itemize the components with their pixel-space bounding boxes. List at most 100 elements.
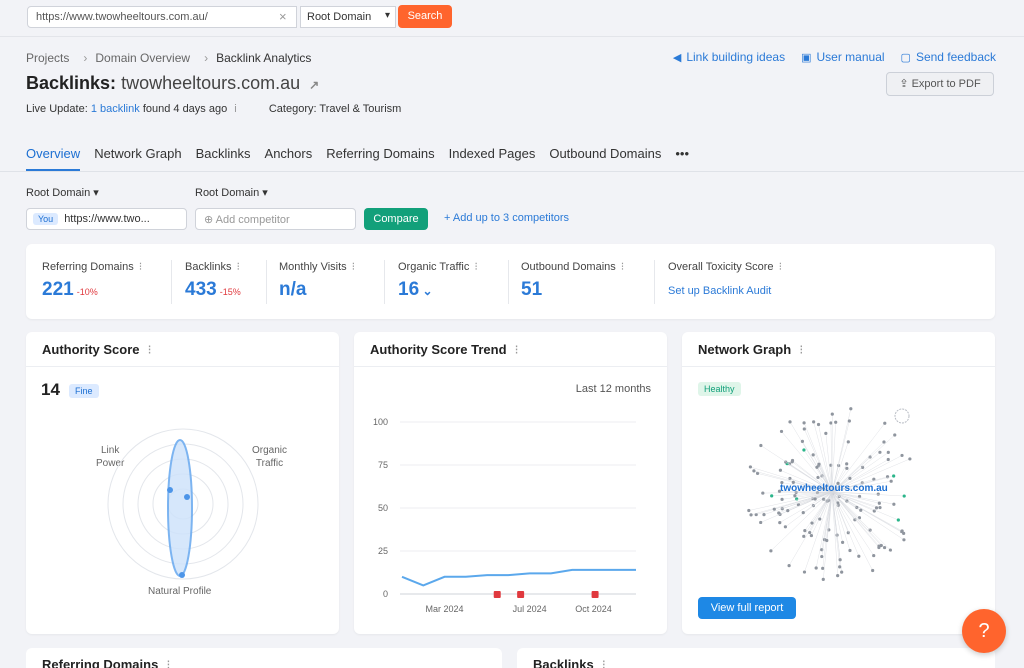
graph-node	[802, 534, 806, 538]
authority-radar-chart	[107, 428, 259, 580]
graph-node	[788, 420, 792, 424]
live-update-line: Live Update: 1 backlink found 4 days ago…	[26, 103, 402, 115]
scope-select-competitor[interactable]: Root Domain ▾	[195, 186, 268, 199]
more-tabs-button[interactable]: •••	[675, 146, 689, 172]
tab-indexed-pages[interactable]: Indexed Pages	[449, 146, 536, 172]
chevron-right-icon: ›	[204, 51, 209, 65]
divider	[0, 171, 1024, 172]
header-links: ◀ Link building ideas ▣ User manual ▢ Send …	[673, 50, 996, 64]
tab-network-graph[interactable]: Network Graph	[94, 146, 181, 172]
info-icon[interactable]: ⁝	[166, 657, 170, 668]
tab-overview[interactable]: Overview	[26, 146, 81, 172]
graph-node	[908, 457, 912, 461]
tab-outbound-domains[interactable]: Outbound Domains	[549, 146, 661, 172]
divider	[0, 36, 1024, 37]
external-link-icon[interactable]: ↗	[309, 78, 319, 92]
graph-node	[749, 513, 753, 517]
graph-node	[840, 570, 844, 574]
event-marker[interactable]	[493, 591, 501, 598]
export-pdf-button[interactable]: ⇪ Export to PDF	[886, 72, 994, 96]
graph-node	[759, 443, 763, 448]
send-feedback-link[interactable]: ▢ Send feedback	[901, 50, 996, 64]
graph-node	[802, 421, 806, 425]
chevron-down-icon[interactable]: ⌄	[419, 284, 432, 298]
graph-node	[871, 568, 875, 573]
search-bar: × Root Domain ▾ Search	[0, 0, 1024, 32]
graph-node	[874, 506, 879, 510]
info-icon[interactable]: ⁝	[236, 261, 240, 273]
metric-monthly-visits[interactable]: Monthly Visits ⁝ n/a	[279, 260, 355, 301]
search-button[interactable]: Search	[398, 5, 452, 28]
graph-node	[816, 422, 821, 427]
info-icon[interactable]: ⁝	[602, 657, 606, 668]
add-competitors-link[interactable]: + Add up to 3 competitors	[444, 212, 569, 224]
graph-cluster	[894, 408, 910, 424]
graph-node	[841, 540, 845, 544]
help-button[interactable]: ?	[962, 609, 1006, 653]
info-icon[interactable]: ⁝	[352, 261, 356, 273]
graph-node	[882, 545, 887, 550]
breadcrumb-domain-overview[interactable]: Domain Overview	[95, 51, 190, 65]
info-icon[interactable]: ⁝	[779, 261, 783, 273]
tab-backlinks[interactable]: Backlinks	[196, 146, 251, 172]
graph-node	[802, 427, 806, 431]
graph-node	[752, 469, 756, 473]
graph-node	[848, 548, 852, 553]
setup-backlink-audit-link[interactable]: Set up Backlink Audit	[668, 285, 782, 297]
metric-backlinks[interactable]: Backlinks ⁝ 433 -15%	[185, 260, 241, 301]
compare-button[interactable]: Compare	[364, 208, 428, 230]
event-marker[interactable]	[591, 591, 599, 598]
scope-select-you[interactable]: Root Domain ▾	[26, 186, 99, 199]
graph-node	[787, 564, 791, 568]
breadcrumb: Projects › Domain Overview › Backlink Analyt…	[26, 51, 317, 65]
plus-circle-icon: ⊕	[204, 214, 216, 226]
graph-node	[761, 491, 765, 495]
metrics-panel: Referring Domains ⁝ 221 -10% Backlinks ⁝ 43…	[26, 244, 995, 319]
graph-node	[813, 497, 817, 501]
user-manual-link[interactable]: ▣ User manual	[801, 50, 884, 64]
clear-icon[interactable]: ×	[279, 9, 287, 24]
graph-node	[838, 558, 842, 562]
tab-referring-domains[interactable]: Referring Domains	[326, 146, 434, 172]
upload-icon: ⇪	[899, 78, 912, 90]
graph-node	[902, 538, 906, 542]
graph-edge	[831, 420, 850, 493]
info-icon[interactable]: ⁝	[474, 261, 478, 273]
domain-search-input[interactable]	[27, 6, 297, 28]
chevron-down-icon: ▾	[262, 187, 268, 199]
search-scope-select[interactable]: Root Domain ▾	[300, 6, 396, 28]
graph-node	[809, 533, 814, 538]
metric-organic-traffic[interactable]: Organic Traffic ⁝ 16 ⌄	[398, 260, 478, 301]
network-center-label: twowheeltours.com.au	[780, 483, 888, 494]
graph-node	[877, 544, 881, 548]
tab-anchors[interactable]: Anchors	[265, 146, 313, 172]
chevron-down-icon: ▾	[93, 187, 99, 199]
info-icon[interactable]: ⁝	[139, 261, 143, 273]
graph-node	[822, 497, 826, 501]
graph-node	[812, 420, 816, 424]
graph-node	[878, 506, 882, 510]
book-icon: ▣	[801, 51, 812, 64]
live-update-link[interactable]: 1 backlink	[91, 103, 140, 115]
y-tick-label: 25	[378, 546, 388, 556]
view-full-report-button[interactable]: View full report	[698, 597, 796, 619]
graph-node	[857, 516, 862, 520]
info-icon[interactable]: ⁝	[621, 261, 625, 273]
graph-node	[759, 520, 763, 525]
your-domain-field[interactable]: You https://www.two...	[26, 208, 187, 230]
graph-node	[845, 462, 849, 466]
event-marker[interactable]	[517, 591, 525, 598]
graph-node	[900, 529, 904, 533]
competitor-input[interactable]: ⊕ Add competitor	[195, 208, 356, 230]
graph-node	[811, 453, 815, 457]
metric-referring-domains[interactable]: Referring Domains ⁝ 221 -10%	[42, 260, 142, 301]
graph-node	[814, 566, 818, 570]
breadcrumb-projects[interactable]: Projects	[26, 51, 69, 65]
metric-outbound-domains[interactable]: Outbound Domains ⁝ 51	[521, 260, 624, 301]
metric-toxicity-score: Overall Toxicity Score ⁝ Set up Backlink …	[668, 261, 783, 297]
trend-series-line	[401, 568, 636, 587]
graph-node	[872, 553, 876, 558]
megaphone-icon: ◀	[672, 51, 682, 64]
info-icon[interactable]: i	[234, 103, 236, 115]
link-building-ideas-link[interactable]: ◀ Link building ideas	[673, 50, 785, 64]
